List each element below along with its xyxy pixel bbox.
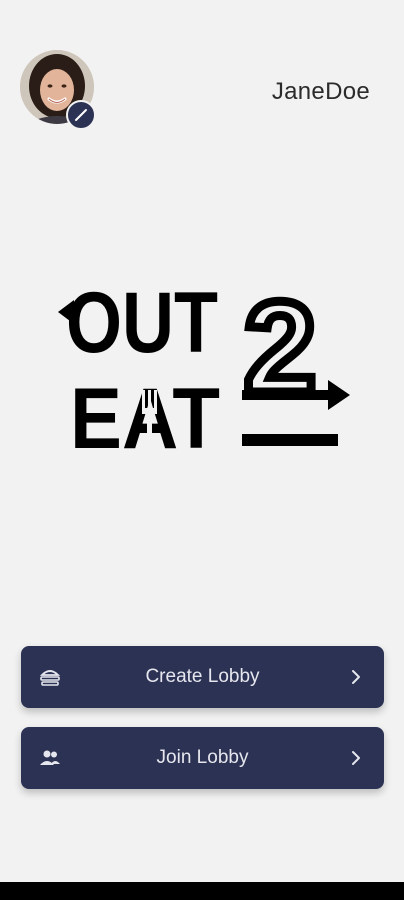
join-lobby-button[interactable]: Join Lobby xyxy=(21,727,384,789)
group-icon xyxy=(40,750,60,765)
pencil-icon xyxy=(75,109,87,121)
avatar-container[interactable] xyxy=(20,50,96,130)
system-navigation-bar xyxy=(0,882,404,900)
app-logo: OUT EAT 2 xyxy=(56,270,356,467)
logo-text-out: OUT xyxy=(66,275,218,371)
create-lobby-label: Create Lobby xyxy=(145,666,260,687)
chevron-right-icon xyxy=(352,670,360,684)
burger-icon xyxy=(39,670,61,686)
username: JaneDoe xyxy=(271,78,370,105)
logo-text-eat: EAT xyxy=(70,371,220,458)
join-lobby-label: Join Lobby xyxy=(156,747,249,768)
chevron-right-icon xyxy=(352,751,360,765)
header: JaneDoe xyxy=(0,0,404,140)
edit-avatar-button[interactable] xyxy=(66,100,96,130)
create-lobby-button[interactable]: Create Lobby xyxy=(21,646,384,708)
